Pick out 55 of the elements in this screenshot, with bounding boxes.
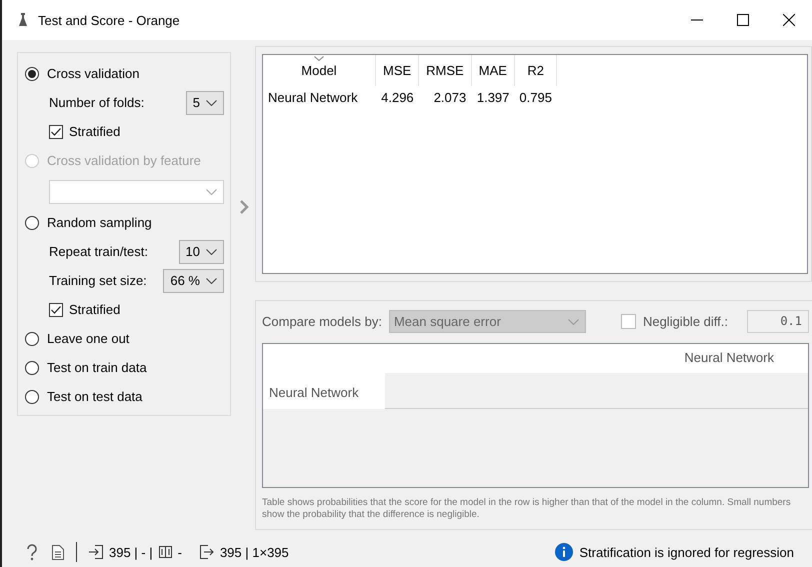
radio-button[interactable] xyxy=(25,66,39,80)
column-header[interactable]: MSE xyxy=(376,55,419,86)
output-icon xyxy=(200,545,214,559)
input-icon xyxy=(89,545,103,559)
checkbox[interactable] xyxy=(49,124,63,138)
column-header[interactable]: R2 xyxy=(514,55,557,86)
column-header[interactable]: Model xyxy=(263,55,376,86)
output-summary: 395 | 1×395 xyxy=(220,544,289,560)
radio-label: Cross validation xyxy=(47,66,140,81)
checkbox-label: Stratified xyxy=(69,124,120,139)
status-message: Stratification is ignored for regression xyxy=(579,544,794,560)
app-icon xyxy=(18,12,28,28)
radio-label: Test on train data xyxy=(47,360,147,375)
column-header[interactable]: RMSE xyxy=(418,55,472,86)
table-cell: 4.296 xyxy=(376,86,419,105)
close-icon xyxy=(783,14,795,26)
minimize-icon xyxy=(691,19,703,21)
row-header: Neural Network xyxy=(263,373,385,409)
dropdown[interactable]: 10 xyxy=(178,240,224,264)
info-icon xyxy=(555,543,574,561)
radio-label: Cross validation by feature xyxy=(47,153,201,168)
chevron-down-icon xyxy=(206,188,217,194)
radio-button[interactable] xyxy=(25,390,39,404)
table-cell: 1.397 xyxy=(471,86,514,105)
table-cell: Neural Network xyxy=(263,86,376,105)
column-header: Neural Network xyxy=(385,344,808,373)
input-summary: - xyxy=(178,544,182,560)
compare-label: Compare models by: xyxy=(262,314,382,329)
column-header[interactable]: MAE xyxy=(471,55,514,86)
document-icon[interactable] xyxy=(52,544,64,560)
checkbox-label: Stratified xyxy=(69,302,120,317)
radio-button[interactable] xyxy=(25,360,39,374)
field-label: Number of folds: xyxy=(49,95,144,110)
checkbox-label: Negligible diff.: xyxy=(642,314,728,329)
checkbox[interactable] xyxy=(49,302,63,316)
window-title: Test and Score - Orange xyxy=(38,12,180,28)
field-label: Repeat train/test: xyxy=(49,244,148,259)
chevron-down-icon xyxy=(206,278,217,284)
maximize-icon xyxy=(737,14,749,26)
chevron-down-icon xyxy=(206,248,217,254)
radio-label: Random sampling xyxy=(47,215,152,230)
chevron-down-icon xyxy=(568,318,579,324)
help-icon[interactable] xyxy=(26,544,38,560)
dropdown[interactable]: 66 % xyxy=(163,268,224,292)
input-summary: 395 | - | xyxy=(109,544,153,560)
radio-button[interactable] xyxy=(25,332,39,346)
field-label: Training set size: xyxy=(49,273,147,288)
table-cell: 2.073 xyxy=(418,86,472,105)
help-text: Table shows probabilities that the score for the model in the row is higher than that of the model in the column. Small numbers show the probability that the difference is negligible. xyxy=(262,497,792,521)
radio-label: Test on test data xyxy=(47,389,142,404)
table-cell: 0.795 xyxy=(514,86,557,105)
chevron-down-icon xyxy=(206,100,217,106)
radio-button[interactable] xyxy=(25,216,39,230)
radio-label: Leave one out xyxy=(47,331,130,346)
dropdown[interactable]: 5 xyxy=(186,90,224,114)
